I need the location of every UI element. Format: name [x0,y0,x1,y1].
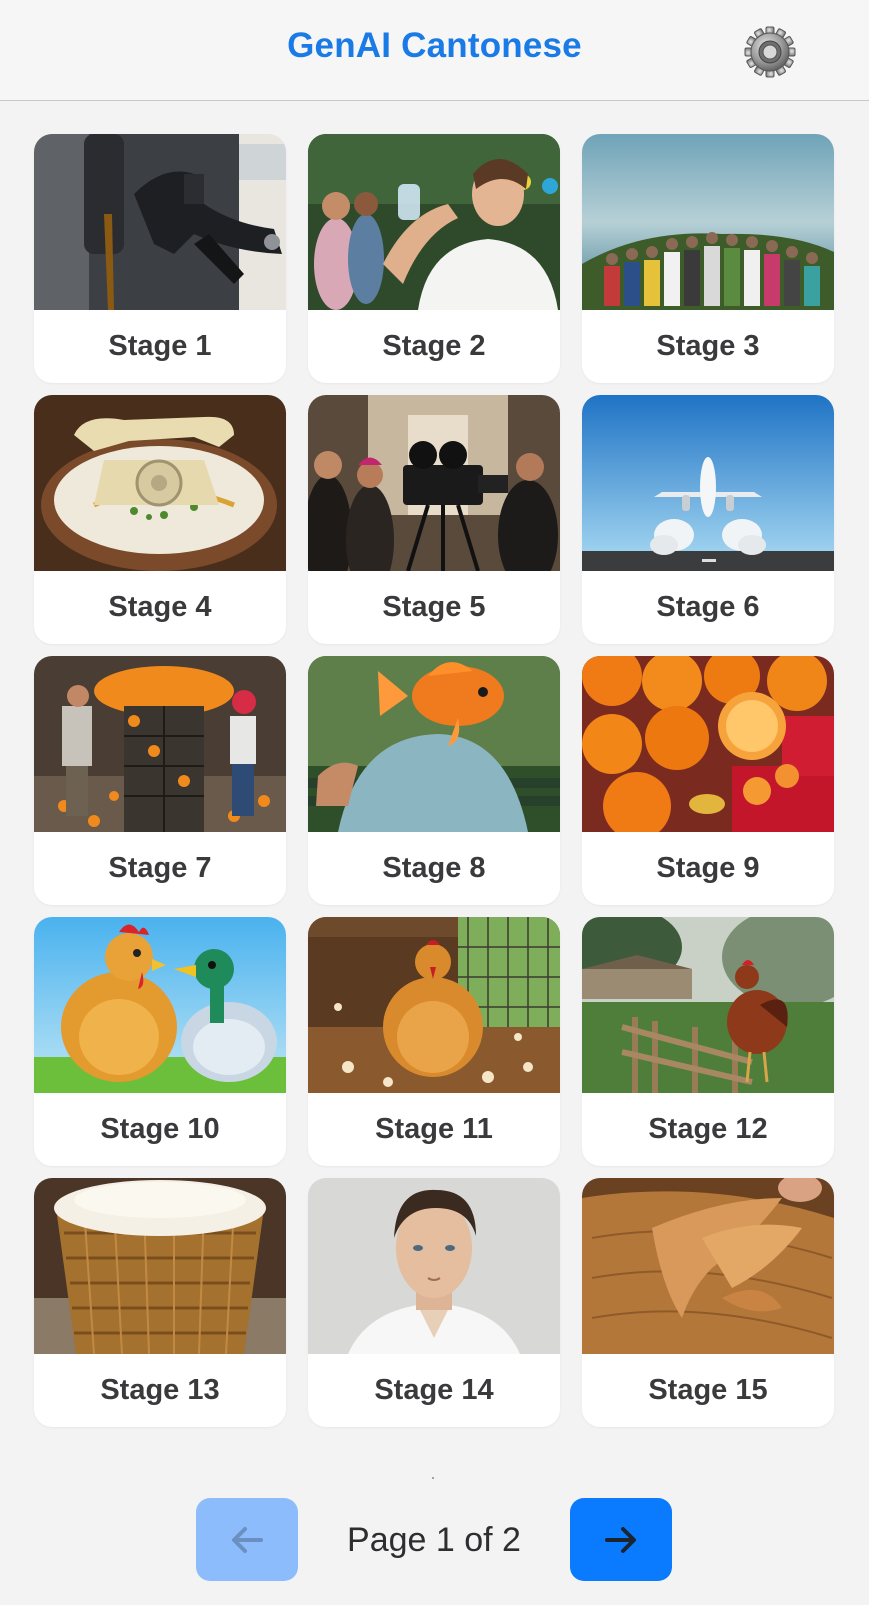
stage-label: Stage 13 [100,1374,220,1406]
app-title: GenAI Cantonese [287,26,582,65]
stage-label: Stage 7 [108,852,212,884]
stage-card-1[interactable]: Stage 1 [34,134,286,383]
previous-page-button[interactable] [196,1498,298,1581]
stage-image-1 [34,134,286,310]
stage-image-3 [582,134,834,310]
stage-label: Stage 3 [656,330,760,362]
stage-label: Stage 12 [648,1113,768,1145]
stage-image-15 [582,1178,834,1354]
stage-card-12[interactable]: Stage 12 [582,917,834,1166]
stage-card-13[interactable]: Stage 13 [34,1178,286,1427]
stage-image-13 [34,1178,286,1354]
stage-label: Stage 10 [100,1113,220,1145]
stage-label: Stage 2 [382,330,486,362]
stage-image-4 [34,395,286,571]
divider-dot [432,1477,434,1479]
stage-label: Stage 8 [382,852,486,884]
stage-image-9 [582,656,834,832]
stage-card-5[interactable]: Stage 5 [308,395,560,644]
stage-card-15[interactable]: Stage 15 [582,1178,834,1427]
stage-card-8[interactable]: Stage 8 [308,656,560,905]
stage-label: Stage 14 [374,1374,494,1406]
stage-card-10[interactable]: Stage 10 [34,917,286,1166]
stage-image-11 [308,917,560,1093]
stage-card-14[interactable]: Stage 14 [308,1178,560,1427]
stage-image-2 [308,134,560,310]
stage-image-6 [582,395,834,571]
arrow-right-icon [605,1526,636,1553]
stage-card-2[interactable]: Stage 2 [308,134,560,383]
next-page-button[interactable] [570,1498,672,1581]
page-indicator: Page 1 of 2 [347,1521,521,1559]
stage-card-3[interactable]: Stage 3 [582,134,834,383]
stage-label: Stage 5 [382,591,486,623]
stage-label: Stage 6 [656,591,760,623]
stage-card-4[interactable]: Stage 4 [34,395,286,644]
gear-icon [744,26,796,78]
stage-image-5 [308,395,560,571]
stage-image-12 [582,917,834,1093]
stage-label: Stage 1 [108,330,212,362]
stage-card-6[interactable]: Stage 6 [582,395,834,644]
stage-image-14 [308,1178,560,1354]
stage-card-11[interactable]: Stage 11 [308,917,560,1166]
stage-label: Stage 15 [648,1374,768,1406]
app-header: GenAI Cantonese [0,0,869,101]
stage-image-8 [308,656,560,832]
stage-label: Stage 4 [108,591,212,623]
settings-button[interactable] [744,26,796,78]
arrow-left-icon [232,1526,263,1553]
stage-image-10 [34,917,286,1093]
stage-image-7 [34,656,286,832]
stage-label: Stage 11 [375,1113,493,1145]
stage-card-7[interactable]: Stage 7 [34,656,286,905]
stage-card-9[interactable]: Stage 9 [582,656,834,905]
stage-label: Stage 9 [656,852,760,884]
